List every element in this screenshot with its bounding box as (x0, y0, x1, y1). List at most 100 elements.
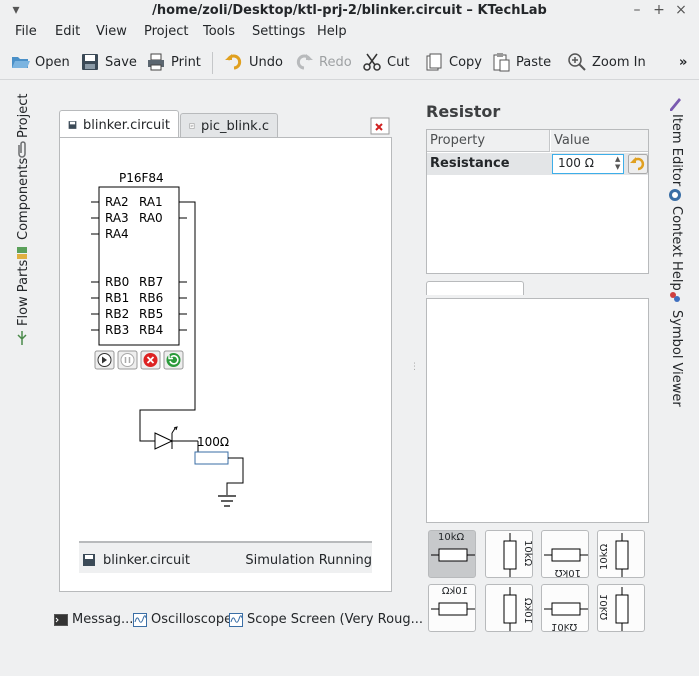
tab-scope-screen[interactable]: Scope Screen (Very Roug... (229, 612, 423, 627)
value-column-header[interactable]: Value (551, 130, 648, 152)
orientation-label: 10kΩ (441, 586, 468, 597)
copy-button[interactable]: Copy (424, 50, 482, 74)
symbol-viewer-icon (670, 292, 680, 302)
tab-oscilloscope[interactable]: Oscilloscope (133, 612, 232, 627)
circuit-diagram[interactable]: P16F84 RA2 RA3 RA4 RB0 RB1 RB2 RB3 RA1 RA0 RB7 RB6… (80, 165, 370, 525)
orientation-label: 10kΩ (522, 540, 533, 567)
pin-label: RA3 (105, 211, 129, 225)
splitter-handle[interactable]: ⋮ (410, 362, 419, 372)
resistance-value-input[interactable]: 100 Ω (552, 154, 624, 174)
orientation-label: 10kΩ (554, 567, 581, 578)
context-help-tab-label: Context Help (669, 206, 684, 291)
orientation-option[interactable]: 10kΩ (597, 584, 645, 632)
pin-label: RB6 (139, 291, 163, 305)
zoom-in-label: Zoom In (592, 54, 646, 70)
menu-edit[interactable]: Edit (55, 24, 80, 39)
pin-label: RA4 (105, 227, 129, 241)
maximize-icon[interactable]: + (651, 2, 667, 18)
undo-button[interactable]: Undo (224, 50, 283, 74)
property-table[interactable]: Property Value Resistance 100 Ω ▲ ▼ (426, 129, 649, 274)
tab-blinker-circuit[interactable]: blinker.circuit (59, 110, 179, 139)
zoom-in-icon (568, 53, 586, 71)
toolbar-overflow-button[interactable]: » (679, 50, 687, 74)
sim-reset-button[interactable] (163, 350, 184, 370)
close-document-icon[interactable] (370, 117, 390, 135)
pin-label: RA0 (139, 211, 163, 225)
menu-help[interactable]: Help (317, 24, 347, 39)
flow-parts-icon (17, 331, 27, 345)
orientation-option[interactable]: 10kΩ (485, 530, 533, 578)
paste-icon (493, 53, 510, 72)
menu-project[interactable]: Project (144, 24, 188, 39)
item-editor-title: Resistor (426, 102, 501, 121)
spin-down-icon[interactable]: ▼ (615, 163, 620, 171)
tab-label: pic_blink.c (200, 118, 269, 134)
copy-icon (426, 53, 442, 71)
tab-pic-blink-c[interactable]: pic_blink.c (180, 113, 278, 138)
sim-play-button[interactable] (94, 350, 115, 370)
menu-tools[interactable]: Tools (203, 24, 235, 39)
menu-settings[interactable]: Settings (252, 24, 305, 39)
orientation-label: 10kΩ (438, 532, 465, 543)
sim-stop-button[interactable] (140, 350, 161, 370)
pin-label: RB3 (105, 323, 129, 337)
close-window-icon[interactable]: × (673, 2, 689, 18)
sidebar-tab-flow-parts[interactable]: Flow Parts (16, 260, 31, 326)
orientation-option[interactable]: 10kΩ (485, 584, 533, 632)
info-tab[interactable] (426, 281, 524, 295)
resistor[interactable] (194, 451, 229, 465)
print-label: Print (171, 54, 201, 70)
pin-label: RB0 (105, 275, 129, 289)
ground-symbol[interactable] (218, 495, 236, 507)
undo-label: Undo (249, 54, 283, 70)
reset-value-icon[interactable] (628, 154, 648, 174)
scope-screen-label: Scope Screen (Very Roug... (247, 612, 423, 627)
wire[interactable] (226, 457, 244, 495)
tab-messages[interactable]: Messag... (54, 612, 133, 627)
open-button[interactable]: Open (10, 50, 70, 74)
terminal-icon (54, 613, 68, 626)
minimize-icon[interactable]: – (629, 2, 645, 18)
messages-label: Messag... (72, 612, 134, 627)
simulation-status: Simulation Running (245, 553, 372, 568)
spin-up-icon[interactable]: ▲ (615, 155, 620, 163)
orientation-option[interactable]: 10kΩ (428, 584, 476, 632)
menu-view[interactable]: View (96, 24, 127, 39)
sidebar-tab-project[interactable]: Project (16, 94, 31, 138)
title-bar: ▾ /home/zoli/Desktop/ktl-prj-2/blinker.c… (0, 0, 699, 22)
save-button[interactable]: Save (80, 50, 137, 74)
orientation-option[interactable]: 10kΩ (597, 530, 645, 578)
open-label: Open (35, 54, 70, 70)
pin-label: RB2 (105, 307, 129, 321)
item-editor-tab-label: Item Editor (669, 114, 684, 187)
sim-pause-button[interactable] (117, 350, 138, 370)
sidebar-tab-symbol-viewer[interactable]: Symbol Viewer (669, 310, 684, 407)
property-name: Resistance (430, 156, 510, 171)
status-file-name: blinker.circuit (103, 553, 190, 568)
orientation-option[interactable]: 10kΩ (541, 530, 589, 578)
sidebar-tab-item-editor[interactable]: Item Editor (669, 114, 684, 186)
paste-button[interactable]: Paste (491, 50, 551, 74)
print-button[interactable]: Print (146, 50, 201, 74)
menu-file[interactable]: File (15, 24, 37, 39)
redo-button[interactable]: Redo (294, 50, 352, 74)
zoom-in-button[interactable]: Zoom In (567, 50, 646, 74)
item-editor-icon (670, 98, 681, 111)
pin-label: RB1 (105, 291, 129, 305)
property-row[interactable]: Resistance 100 Ω ▲ ▼ (427, 153, 648, 175)
sidebar-tab-context-help[interactable]: Context Help (669, 206, 684, 291)
document-icon (189, 123, 195, 129)
sidebar-tab-components[interactable]: Components (16, 158, 31, 240)
chip-name: P16F84 (119, 171, 164, 185)
property-column-header[interactable]: Property (427, 130, 550, 152)
led[interactable] (154, 426, 198, 450)
value-spinner[interactable]: ▲ ▼ (615, 155, 620, 171)
orientation-option[interactable]: 10kΩ (428, 530, 476, 578)
orientation-option[interactable]: 10kΩ (541, 584, 589, 632)
main-toolbar: Open Save Print Undo Redo Cut Copy Paste… (0, 44, 699, 80)
paste-label: Paste (516, 54, 552, 70)
cut-button[interactable]: Cut (362, 50, 409, 74)
pin-label: RA1 (139, 195, 163, 209)
scissors-icon (363, 53, 381, 71)
printer-icon (148, 53, 164, 71)
